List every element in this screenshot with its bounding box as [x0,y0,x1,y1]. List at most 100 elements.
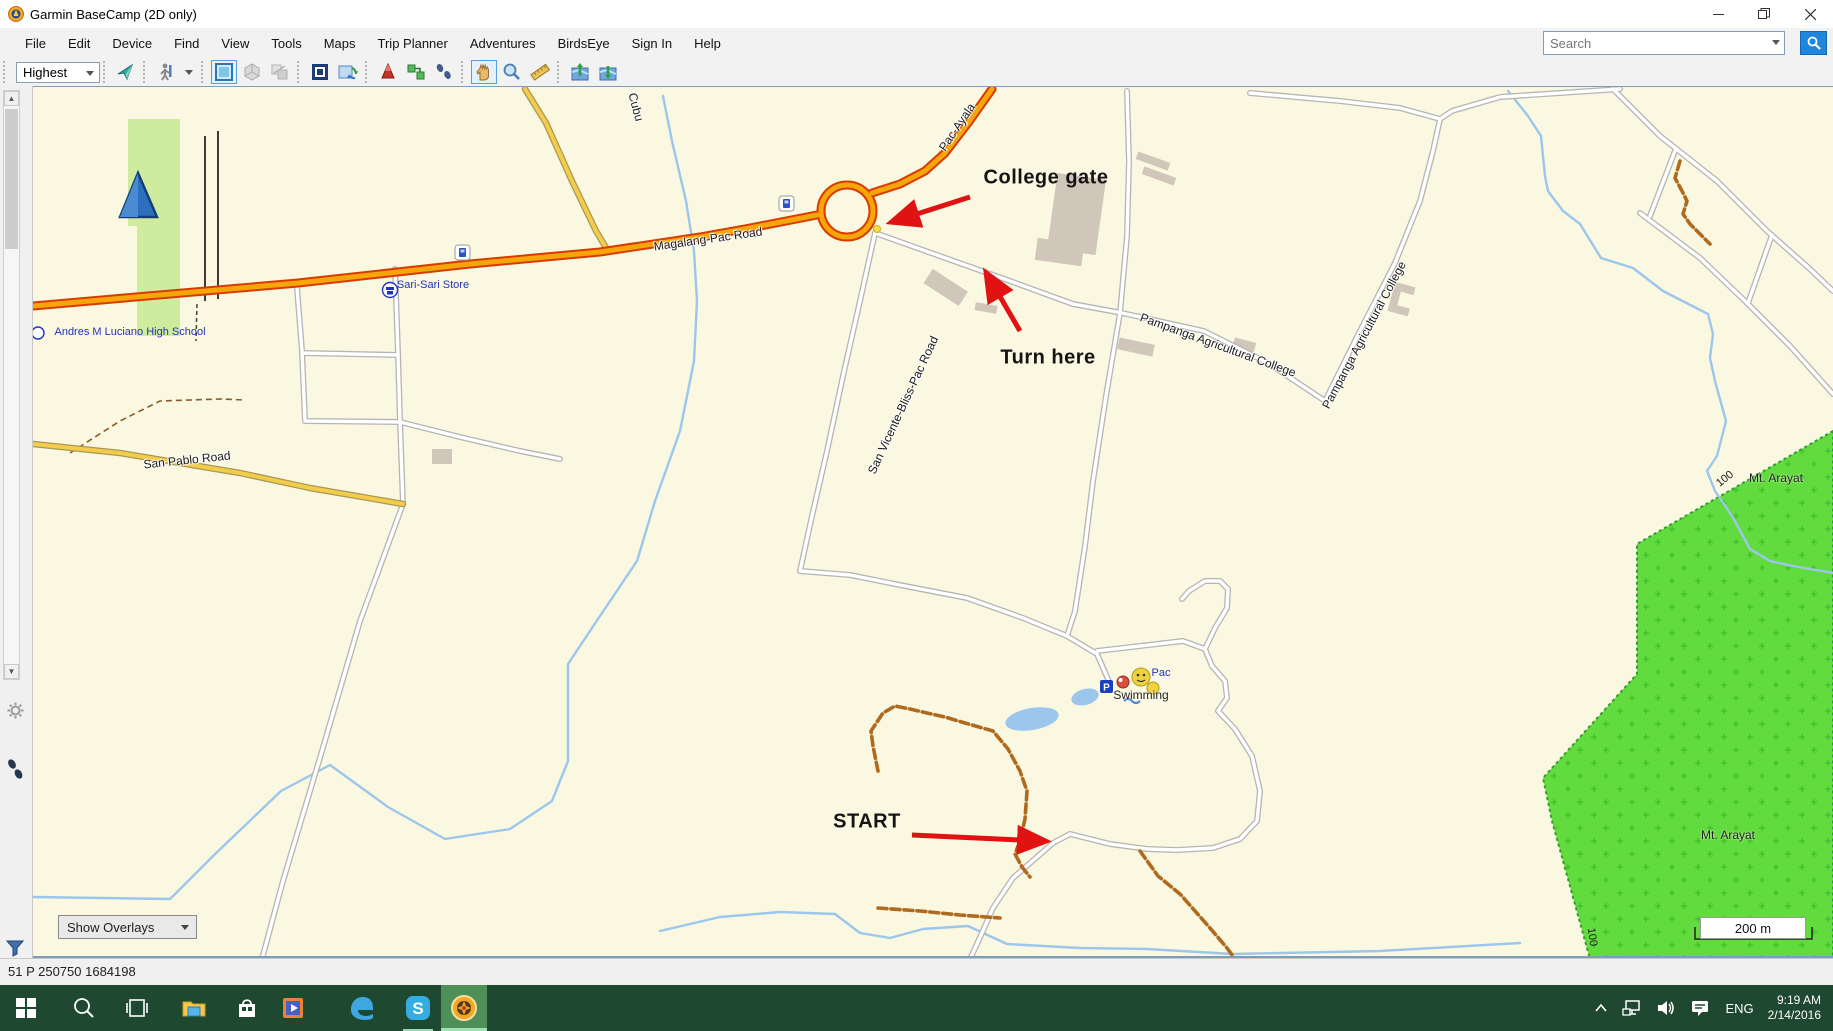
left-sidebar: ▲ ▼ [0,86,33,958]
activity-profile-button[interactable] [153,60,179,84]
task-view-button[interactable] [114,985,160,1031]
search-button[interactable] [1800,31,1827,55]
refresh-map-button[interactable] [335,60,361,84]
menu-item-view[interactable]: View [210,31,260,56]
basemap: P [33,87,1833,958]
edge-button[interactable] [339,985,385,1031]
close-button[interactable] [1787,0,1833,28]
menu-item-file[interactable]: File [14,31,57,56]
map-pane-icon [214,62,234,82]
toolbar-grip [297,61,302,83]
college-gate-arrow [895,197,970,221]
minimize-button[interactable] [1695,0,1741,28]
chevron-down-icon [185,70,193,75]
send-to-device-button[interactable] [113,60,139,84]
show-overlays-dropdown[interactable]: Show Overlays [58,915,197,939]
menu-item-trip-planner[interactable]: Trip Planner [367,31,459,56]
forest-area [1543,431,1833,958]
toolbar-grip [103,61,108,83]
hiker-icon [156,62,176,82]
store-button[interactable] [224,985,270,1031]
transparency-button[interactable] [267,60,293,84]
movies-tv-button[interactable] [270,985,316,1031]
search-dropdown-caret-icon[interactable] [1772,40,1780,45]
new-track-button[interactable] [431,60,457,84]
scroll-up-icon[interactable]: ▲ [4,91,19,106]
volume-icon[interactable] [1656,999,1676,1017]
svg-text:P: P [1103,683,1110,694]
garmin-basecamp-button[interactable] [441,985,487,1031]
menu-item-maps[interactable]: Maps [313,31,367,56]
ruler-icon [529,62,551,82]
skype-button[interactable]: S [395,985,441,1031]
3d-view-button[interactable] [239,60,265,84]
new-route-button[interactable] [403,60,429,84]
pan-tool-button[interactable] [471,60,497,84]
menu-item-birdseye[interactable]: BirdsEye [547,31,621,56]
detail-level-dropdown[interactable]: Highest [16,62,100,83]
store-bag-icon [236,997,258,1019]
time: 9:19 AM [1768,993,1821,1008]
annotation-arrows [895,197,1042,841]
hidden-icons-chevron[interactable] [1594,1003,1608,1013]
folder-icon [182,998,206,1018]
start-button[interactable] [3,985,49,1031]
language-indicator[interactable]: ENG [1725,1001,1753,1016]
fuel-icon [779,196,794,211]
menu-item-device[interactable]: Device [101,31,163,56]
file-explorer-button[interactable] [171,985,217,1031]
filter-funnel-icon[interactable] [3,936,27,960]
import-button[interactable] [567,60,593,84]
export-button[interactable] [595,60,621,84]
track-footprints-icon[interactable] [3,758,27,782]
coordinate-readout: 51 P 250750 1684198 [8,964,136,979]
play-icon [281,996,305,1020]
taskbar: S [0,985,1833,1031]
activity-profile-caret[interactable] [181,60,197,84]
full-screen-icon [310,62,330,82]
sidebar-scrollbar[interactable]: ▲ ▼ [3,90,20,680]
fuel-icon [455,245,470,260]
taskbar-search-button[interactable] [61,985,107,1031]
title-bar: Garmin BaseCamp (2D only) [0,0,1833,28]
content-area: ▲ ▼ [0,86,1833,958]
chevron-down-icon [181,925,189,930]
measure-tool-button[interactable] [527,60,553,84]
scroll-down-icon[interactable]: ▼ [4,664,19,679]
toolbar-grip [3,61,8,83]
garmin-basecamp-icon [450,994,478,1022]
windows-logo-icon [16,998,36,1018]
zoom-tool-button[interactable] [499,60,525,84]
toolbar-grip [557,61,562,83]
cube-icon [242,62,262,82]
search-icon [73,997,95,1019]
send-icon [116,62,136,82]
menu-item-adventures[interactable]: Adventures [459,31,547,56]
hand-icon [474,62,494,82]
menu-item-help[interactable]: Help [683,31,732,56]
new-waypoint-button[interactable] [375,60,401,84]
restore-button[interactable] [1741,0,1787,28]
menu-item-edit[interactable]: Edit [57,31,101,56]
waypoint-flag-icon [378,62,398,82]
map-viewport[interactable]: P [33,86,1833,958]
system-tray: ENG 9:19 AM 2/14/2016 [1587,985,1833,1031]
detail-level-value: Highest [23,65,67,80]
network-icon[interactable] [1622,999,1642,1017]
notifications-icon[interactable] [1690,999,1710,1017]
menu-item-tools[interactable]: Tools [260,31,312,56]
menu-item-find[interactable]: Find [163,31,210,56]
clock[interactable]: 9:19 AM 2/14/2016 [1768,993,1821,1023]
chevron-down-icon [86,71,94,76]
gear-icon[interactable] [3,698,27,722]
map-pane-button[interactable] [211,60,237,84]
search-input[interactable] [1543,31,1785,55]
date: 2/14/2016 [1768,1008,1821,1023]
park-area [128,119,180,336]
magnifier-icon [502,62,522,82]
ponds [1004,686,1101,735]
menu-item-sign-in[interactable]: Sign In [621,31,683,56]
status-bar: 51 P 250750 1684198 [0,958,1833,985]
full-screen-map-button[interactable] [307,60,333,84]
scrollbar-thumb[interactable] [5,109,18,249]
